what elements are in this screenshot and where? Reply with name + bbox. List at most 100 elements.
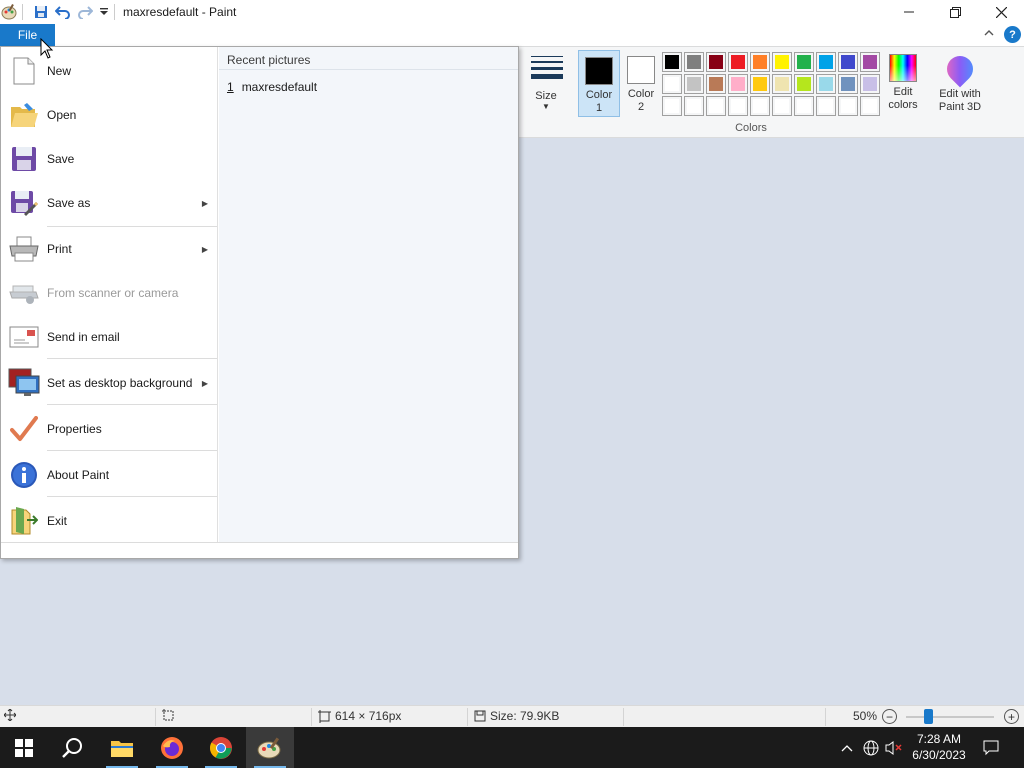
file-menu-item-save-as[interactable]: Save as ▶ [1, 181, 217, 225]
status-separator [623, 708, 624, 726]
color2-number: 2 [637, 101, 645, 113]
show-hidden-icons-button[interactable] [838, 727, 856, 768]
network-icon[interactable] [861, 727, 881, 768]
chrome-button[interactable] [197, 727, 245, 768]
palette-color-swatch[interactable] [860, 96, 880, 116]
palette-color-swatch[interactable] [860, 74, 880, 94]
palette-color-swatch[interactable] [728, 74, 748, 94]
file-menu-item-send-in-email[interactable]: Send in email [1, 315, 217, 359]
palette-color-swatch[interactable] [662, 74, 682, 94]
palette-color-fill [665, 99, 679, 113]
color1-button[interactable]: Color 1 [578, 50, 620, 117]
search-button[interactable] [48, 727, 96, 768]
color-spectrum-icon [889, 54, 917, 82]
close-icon [995, 6, 1007, 18]
palette-color-swatch[interactable] [706, 96, 726, 116]
file-menu-item-set-as-desktop-background[interactable]: Set as desktop background ▶ [1, 361, 217, 405]
palette-color-swatch[interactable] [750, 52, 770, 72]
palette-color-fill [863, 77, 877, 91]
color2-button[interactable]: Color 2 [620, 50, 662, 117]
redo-icon[interactable] [76, 3, 94, 21]
close-button[interactable] [978, 0, 1024, 24]
file-menu-item-label: Save as [47, 196, 91, 210]
restore-button[interactable] [932, 0, 978, 24]
palette-color-swatch[interactable] [838, 96, 858, 116]
paint-taskbar-button[interactable] [246, 727, 294, 768]
collapse-ribbon-icon[interactable] [984, 28, 994, 40]
taskbar-clock[interactable]: 7:28 AM 6/30/2023 [906, 731, 972, 763]
firefox-button[interactable] [148, 727, 196, 768]
palette-color-swatch[interactable] [750, 96, 770, 116]
file-menu-item-exit[interactable]: Exit [1, 499, 217, 543]
status-separator [155, 708, 156, 726]
palette-color-swatch[interactable] [772, 96, 792, 116]
palette-color-swatch[interactable] [662, 52, 682, 72]
help-button[interactable]: ? [1004, 26, 1021, 43]
palette-color-fill [819, 99, 833, 113]
chevron-up-icon [841, 744, 853, 751]
palette-color-swatch[interactable] [706, 74, 726, 94]
palette-color-fill [841, 99, 855, 113]
save-icon[interactable] [32, 3, 50, 21]
customize-dropdown-icon[interactable] [95, 3, 113, 21]
palette-color-swatch[interactable] [706, 52, 726, 72]
palette-color-swatch[interactable] [684, 96, 704, 116]
palette-color-swatch[interactable] [684, 52, 704, 72]
file-menu-item-label: Send in email [47, 330, 120, 344]
palette-color-swatch[interactable] [662, 96, 682, 116]
exit-icon [1, 499, 47, 543]
minimize-button[interactable] [886, 0, 932, 24]
palette-color-fill [819, 55, 833, 69]
colors-group-label: Colors [735, 122, 767, 134]
qat-divider [22, 4, 23, 20]
zoom-out-button[interactable]: − [882, 709, 897, 724]
palette-color-swatch[interactable] [860, 52, 880, 72]
palette-color-swatch[interactable] [750, 74, 770, 94]
color1-number: 1 [595, 102, 603, 114]
edit-with-paint3d-button[interactable]: Edit with Paint 3D [932, 50, 988, 118]
palette-color-swatch[interactable] [794, 52, 814, 72]
palette-color-swatch[interactable] [816, 74, 836, 94]
start-button[interactable] [0, 727, 48, 768]
palette-color-swatch[interactable] [684, 74, 704, 94]
palette-color-swatch[interactable] [772, 52, 792, 72]
color2-label: Color [627, 88, 655, 100]
zoom-slider-thumb[interactable] [924, 709, 933, 724]
paint-app-icon[interactable] [0, 3, 18, 21]
undo-icon[interactable] [54, 3, 72, 21]
palette-color-fill [709, 99, 723, 113]
zoom-in-button[interactable]: + [1004, 709, 1019, 724]
menu-separator [47, 450, 217, 451]
palette-color-swatch[interactable] [728, 52, 748, 72]
file-explorer-button[interactable] [98, 727, 146, 768]
file-menu-item-about-paint[interactable]: About Paint [1, 453, 217, 497]
file-menu-item-print[interactable]: Print ▶ [1, 227, 217, 271]
color2-swatch [627, 56, 655, 84]
file-menu-commands: New Open Save Save as ▶ Print ▶ From scanner or… [1, 47, 218, 542]
palette-color-swatch[interactable] [816, 52, 836, 72]
file-menu-item-open[interactable]: Open [1, 93, 217, 137]
recent-item[interactable]: 1 maxresdefault [227, 80, 317, 94]
palette-color-swatch[interactable] [794, 96, 814, 116]
file-menu-item-label: Save [47, 152, 75, 166]
palette-color-swatch[interactable] [838, 74, 858, 94]
palette-color-swatch[interactable] [772, 74, 792, 94]
file-menu-item-save[interactable]: Save [1, 137, 217, 181]
file-menu-item-from-scanner-or-camera: From scanner or camera [1, 271, 217, 315]
file-menu-item-new[interactable]: New [1, 49, 217, 93]
action-center-button[interactable] [980, 727, 1002, 768]
palette-color-swatch[interactable] [838, 52, 858, 72]
save-as-icon [1, 181, 47, 225]
menu-separator [47, 358, 217, 359]
palette-color-swatch[interactable] [728, 96, 748, 116]
search-icon [62, 737, 82, 758]
palette-color-swatch[interactable] [816, 96, 836, 116]
edit-colors-button[interactable]: Edit colors [884, 52, 922, 118]
palette-color-swatch[interactable] [794, 74, 814, 94]
palette-color-fill [775, 77, 789, 91]
volume-muted-icon[interactable] [884, 727, 904, 768]
file-menu-item-properties[interactable]: Properties [1, 407, 217, 451]
size-button[interactable]: Size ▼ [524, 50, 568, 116]
file-size: Size: 79.9KB [474, 709, 559, 723]
zoom-slider-track[interactable] [906, 716, 994, 718]
